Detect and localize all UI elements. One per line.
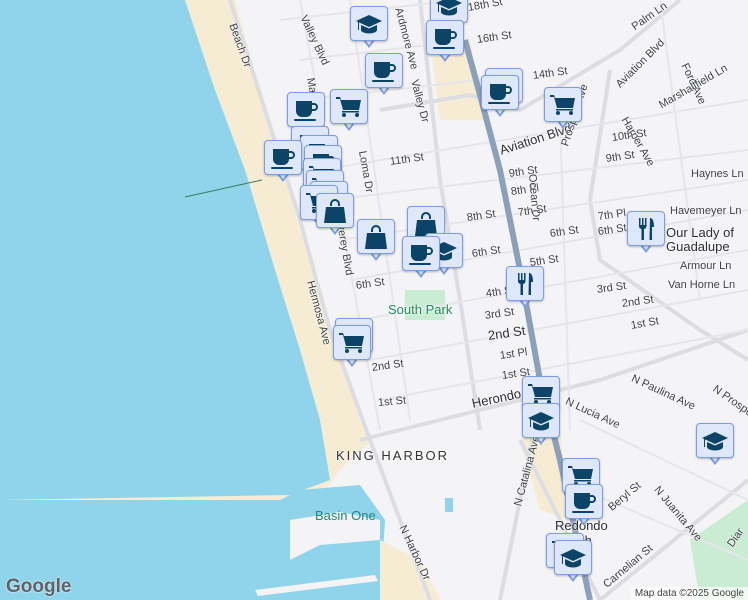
bag-icon (321, 198, 349, 224)
area-label: KING HARBOR (336, 448, 450, 463)
school-icon (527, 408, 555, 434)
coffee-icon (486, 80, 514, 106)
cart-marker[interactable] (544, 87, 582, 131)
coffee-marker[interactable] (426, 20, 464, 64)
school-marker[interactable] (696, 423, 734, 467)
coffee-icon (407, 241, 435, 267)
coffee-icon (431, 25, 459, 51)
coffee-icon (570, 489, 598, 515)
map-attribution[interactable]: Map data ©2025 Google (630, 587, 748, 600)
school-marker[interactable] (522, 403, 560, 447)
restaurant-icon (511, 271, 539, 297)
poi-label-church[interactable]: Our Lady of Guadalupe Church Hermosa (666, 226, 748, 254)
bag-icon (362, 224, 390, 250)
coffee-marker[interactable] (565, 484, 603, 528)
school-marker[interactable] (554, 540, 592, 584)
school-icon (559, 545, 587, 571)
google-logo: Google (6, 576, 72, 597)
coffee-icon (292, 97, 320, 123)
coffee-marker[interactable] (365, 53, 403, 97)
street-label: Armour Ln (680, 260, 732, 272)
street-label: Van Horne Ln (668, 279, 736, 291)
restaurant-marker[interactable] (506, 266, 544, 310)
school-icon (701, 428, 729, 454)
cart-icon (338, 330, 366, 356)
school-icon (355, 11, 383, 37)
street-label: Havemeyer Ln (670, 205, 742, 217)
coffee-marker[interactable] (402, 236, 440, 280)
restaurant-marker[interactable] (627, 211, 665, 255)
park-label[interactable]: South Park (388, 302, 452, 317)
cart-marker[interactable] (333, 325, 371, 369)
coffee-marker[interactable] (481, 75, 519, 119)
cart-marker[interactable] (330, 89, 368, 133)
cart-icon (549, 92, 577, 118)
school-marker[interactable] (350, 6, 388, 50)
restaurant-icon (632, 216, 660, 242)
coffee-icon (370, 58, 398, 84)
bag-marker[interactable] (357, 219, 395, 263)
cart-icon (335, 94, 363, 120)
coffee-icon (269, 145, 297, 171)
water-label: Basin One (315, 508, 376, 523)
street-label: 1st St (377, 394, 407, 409)
street-label: Haynes Ln (691, 168, 744, 180)
coffee-marker[interactable] (264, 140, 302, 184)
school-icon (435, 0, 463, 19)
bag-marker[interactable] (316, 193, 354, 237)
